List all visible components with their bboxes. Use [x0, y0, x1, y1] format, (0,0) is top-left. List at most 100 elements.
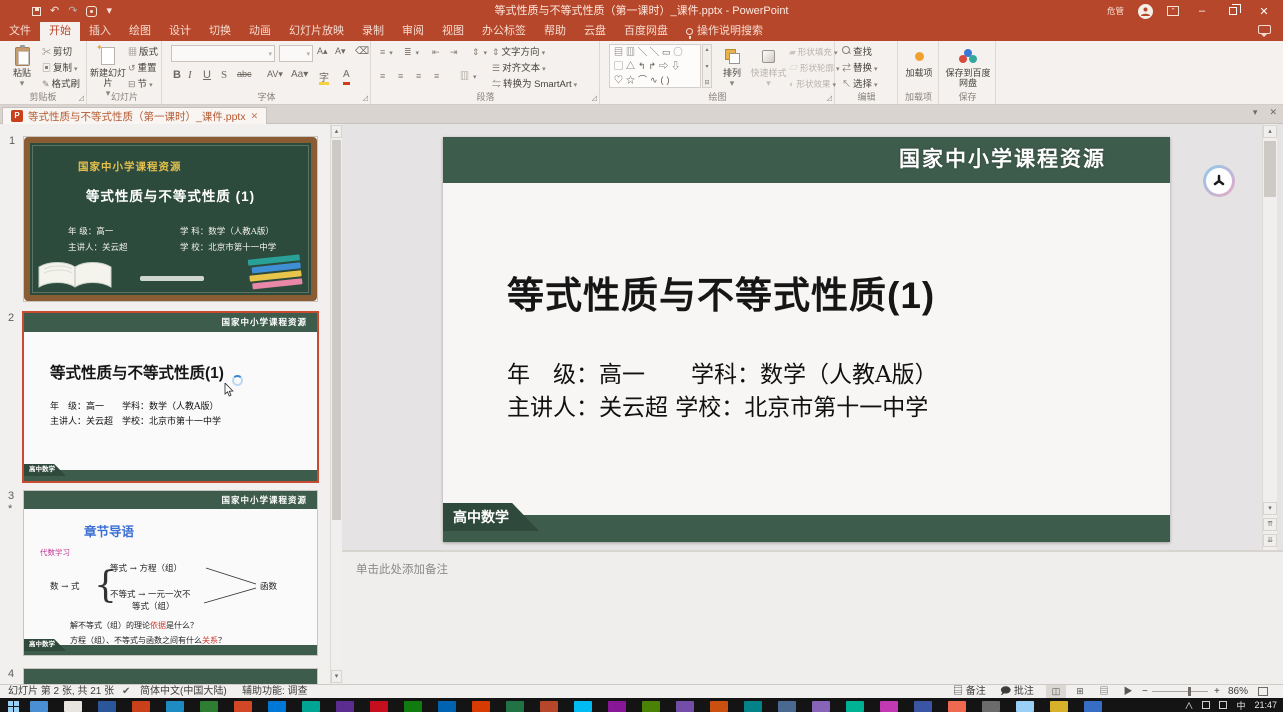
columns-button[interactable]: ▥▾ — [460, 70, 477, 84]
taskbar-app-icon[interactable] — [1050, 701, 1068, 712]
grow-font-button[interactable]: A▴ — [317, 46, 328, 62]
taskbar-app-icon[interactable] — [404, 701, 422, 712]
taskbar-app-icon[interactable] — [880, 701, 898, 712]
tab-file[interactable]: 文件 — [0, 22, 40, 41]
slide-thumbnail-1[interactable]: 国家中小学课程资源 等式性质与不等式性质 (1) 年 级：高一 学 科：数学（人… — [24, 137, 317, 301]
addins-button[interactable]: 加载项 — [903, 44, 935, 78]
shrink-font-button[interactable]: A▾ — [335, 46, 346, 62]
tab-insert[interactable]: 插入 — [80, 22, 120, 41]
bullets-button[interactable]: ≡▾ — [380, 46, 393, 60]
shape-outline-button[interactable]: ▱形状轮廓▾ — [789, 62, 840, 76]
paragraph-dialog-launcher[interactable]: ◿ — [592, 94, 597, 102]
slide-counter[interactable]: 幻灯片 第 2 张, 共 21 张 — [8, 685, 114, 698]
tab-cloud-disk[interactable]: 云盘 — [575, 22, 615, 41]
strikethrough-button[interactable]: abc — [237, 69, 252, 85]
taskbar-app-icon[interactable] — [506, 701, 524, 712]
language-indicator[interactable]: 简体中文(中国大陆) — [140, 685, 227, 698]
zoom-in-button[interactable]: + — [1214, 685, 1220, 698]
shape-fill-button[interactable]: ▰形状填充▾ — [789, 46, 837, 60]
numbering-button[interactable]: ≣▾ — [404, 46, 419, 60]
document-tab[interactable]: P 等式性质与不等式性质（第一课时）_课件.pptx ✕ — [2, 107, 267, 124]
thumbnail-scrollbar-thumb[interactable] — [332, 140, 341, 520]
shapes-gallery-scroll[interactable]: ▴ ▾ ⊟ — [702, 44, 712, 88]
shapes-gallery[interactable]: ▤▥╲╲▭◯ ▢△↰↱⇨⇩ ♡☆⌒∿() — [609, 44, 701, 88]
document-tab-close-icon[interactable]: ✕ — [251, 111, 259, 122]
taskbar-app-icon[interactable] — [132, 701, 150, 712]
taskbar-app-icon[interactable] — [438, 701, 456, 712]
tab-list-caret-icon[interactable]: ▾ — [1253, 107, 1258, 118]
tell-me-search[interactable]: 操作说明搜索 — [677, 22, 772, 41]
clear-format-button[interactable]: ⌫ — [355, 46, 369, 62]
taskbar-app-icon[interactable] — [778, 701, 796, 712]
save-to-baidu-netdisk-button[interactable]: 保存到百度网盘 — [945, 44, 991, 88]
slide-thumbnail-4[interactable] — [24, 669, 317, 684]
taskbar-app-icon[interactable] — [1016, 701, 1034, 712]
restore-button[interactable] — [1229, 7, 1237, 15]
italic-button[interactable]: I — [188, 69, 192, 85]
screen-assistant-badge[interactable] — [1203, 165, 1235, 197]
taskbar-clock[interactable]: 21:47 — [1254, 700, 1277, 710]
ribbon-display-options-icon[interactable]: ⌃ — [1167, 6, 1179, 16]
ime-indicator[interactable]: 中 — [1236, 699, 1245, 712]
slide-thumbnail-2-selected[interactable]: 国家中小学课程资源 等式性质与不等式性质(1) 年 级：高一 学科：数学（人教A… — [24, 313, 317, 481]
taskbar-app-icon[interactable] — [336, 701, 354, 712]
previous-slide-button[interactable]: ⇈ — [1263, 518, 1277, 531]
paste-button[interactable]: 粘贴 ▾ — [5, 44, 39, 88]
spellcheck-icon[interactable]: ✔ — [122, 685, 130, 698]
taskbar-app-icon[interactable] — [234, 701, 252, 712]
taskbar-app-icon[interactable] — [642, 701, 660, 712]
notes-pane[interactable]: 单击此处添加备注 — [342, 550, 1283, 684]
taskbar-app-icon[interactable] — [302, 701, 320, 712]
zoom-out-button[interactable]: − — [1142, 685, 1148, 698]
tab-help[interactable]: 帮助 — [535, 22, 575, 41]
tab-bar-close-icon[interactable]: ✕ — [1269, 107, 1277, 118]
taskbar-app-icon[interactable] — [812, 701, 830, 712]
align-center-button[interactable]: ≡ — [398, 70, 405, 83]
highlight-color-button[interactable]: 字 — [319, 69, 329, 85]
tab-draw[interactable]: 绘图 — [120, 22, 160, 41]
comments-toggle[interactable]: 🗩 批注 — [1000, 685, 1034, 698]
slide-info-line-1[interactable]: 年 级：高一 学科：数学（人教A版） — [507, 355, 938, 389]
tab-baidu-netdisk[interactable]: 百度网盘 — [615, 22, 677, 41]
taskbar-app-icon[interactable] — [608, 701, 626, 712]
thumbnail-scrollbar[interactable]: ▴ ▾ — [330, 124, 342, 684]
accessibility-status[interactable]: 辅助功能: 调查 — [242, 685, 308, 698]
slide-title[interactable]: 等式性质与不等式性质(1) — [507, 265, 935, 319]
tray-expand-icon[interactable]: ∧ — [1184, 699, 1193, 712]
taskbar-app-icon[interactable] — [982, 701, 1000, 712]
justify-button[interactable]: ≡ — [434, 70, 441, 83]
zoom-slider-track[interactable] — [1152, 691, 1208, 692]
clipboard-dialog-launcher[interactable]: ◿ — [79, 94, 84, 102]
cut-button[interactable]: ✂剪切 — [42, 46, 72, 59]
minimize-button[interactable]: – — [1193, 5, 1211, 17]
slideshow-view-button[interactable]: ▶ — [1118, 685, 1138, 698]
taskbar-app-icon[interactable] — [1084, 701, 1102, 712]
taskbar-app-icon[interactable] — [200, 701, 218, 712]
slide-canvas[interactable]: 国家中小学课程资源 等式性质与不等式性质(1) 年 级：高一 学科：数学（人教A… — [342, 124, 1283, 550]
tab-view[interactable]: 视图 — [433, 22, 473, 41]
thumbnail-scroll-up-icon[interactable]: ▴ — [331, 125, 342, 138]
user-badge[interactable]: 危管 — [1107, 5, 1124, 17]
slide-scroll-down-icon[interactable]: ▾ — [1263, 502, 1277, 515]
zoom-level[interactable]: 86% — [1228, 685, 1248, 698]
taskbar-app-icon[interactable] — [540, 701, 558, 712]
align-left-button[interactable]: ≡ — [380, 70, 387, 83]
taskbar-app-icon[interactable] — [166, 701, 184, 712]
slide-scrollbar[interactable]: ▴ ▾ ⇈ ⇊ — [1262, 124, 1277, 550]
taskbar-app-icon[interactable] — [472, 701, 490, 712]
taskbar-app-icon[interactable] — [30, 701, 48, 712]
tab-review[interactable]: 审阅 — [393, 22, 433, 41]
slide-scrollbar-thumb[interactable] — [1264, 141, 1276, 197]
quick-styles-button[interactable]: 快速样式 ▾ — [750, 44, 787, 88]
taskbar-app-icon[interactable] — [64, 701, 82, 712]
taskbar-app-icon[interactable] — [710, 701, 728, 712]
find-button[interactable]: 查找 — [842, 46, 872, 59]
taskbar-app-icon[interactable] — [98, 701, 116, 712]
taskbar-app-icon[interactable] — [948, 701, 966, 712]
increase-indent-button[interactable]: ⇥ — [450, 46, 460, 59]
arrange-button[interactable]: 排列 ▾ — [715, 44, 749, 88]
taskbar-app-icon[interactable] — [914, 701, 932, 712]
taskbar-app-icon[interactable] — [574, 701, 592, 712]
tab-office-tab[interactable]: 办公标签 — [473, 22, 535, 41]
shadow-button[interactable]: S — [221, 69, 227, 85]
